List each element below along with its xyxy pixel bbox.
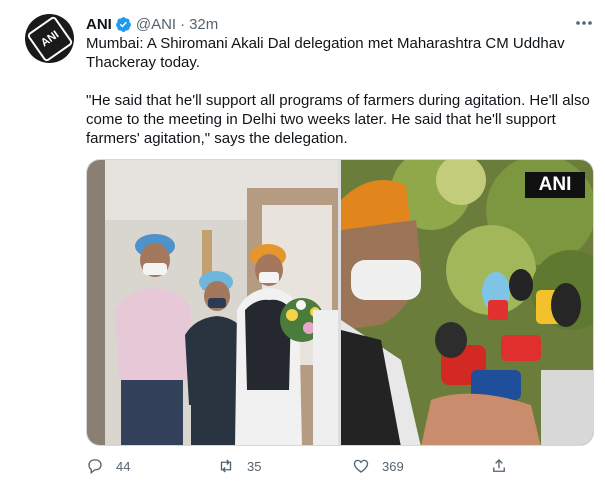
photo-meeting[interactable] xyxy=(87,160,338,445)
avatar-logo-text: ANI xyxy=(38,28,61,49)
reply-count: 44 xyxy=(116,458,131,474)
ani-watermark: ANI xyxy=(538,174,572,195)
photo-meeting-image xyxy=(87,160,338,445)
verified-badge-icon xyxy=(115,16,131,32)
more-icon[interactable] xyxy=(575,16,593,28)
more-dots-icon xyxy=(576,21,592,25)
share-icon xyxy=(493,459,505,472)
tweet[interactable]: ANI ANI @ANI · 32m Mumbai: A Shiromani A… xyxy=(0,0,605,481)
tweet-text: Mumbai: A Shiromani Akali Dal delegation… xyxy=(86,34,596,148)
retweet-button[interactable]: 35 xyxy=(217,455,261,477)
reply-icon xyxy=(88,459,102,475)
like-button[interactable]: 369 xyxy=(352,455,404,477)
retweet-count: 35 xyxy=(247,458,262,474)
reply-button[interactable]: 44 xyxy=(86,455,130,477)
share-button[interactable] xyxy=(490,455,508,477)
photo-interview-image xyxy=(341,160,593,445)
tweet-timestamp[interactable]: 32m xyxy=(189,16,218,33)
author-name[interactable]: ANI xyxy=(86,16,112,33)
tweet-text-line-1: Mumbai: A Shiromani Akali Dal delegation… xyxy=(86,35,565,71)
media-grid: ANI xyxy=(86,159,594,446)
tweet-header: ANI @ANI · 32m xyxy=(86,14,218,34)
like-icon xyxy=(353,459,369,473)
tweet-text-line-2: "He said that he'll support all programs… xyxy=(86,92,590,147)
like-count: 369 xyxy=(382,458,404,474)
avatar[interactable]: ANI xyxy=(25,14,74,63)
photo-media-interview[interactable]: ANI xyxy=(341,160,593,445)
ani-logo: ANI xyxy=(25,14,74,63)
author-handle[interactable]: @ANI xyxy=(136,16,176,33)
separator-dot: · xyxy=(180,15,186,33)
tweet-actions: 44 35 369 xyxy=(86,455,526,477)
retweet-icon xyxy=(220,459,232,473)
